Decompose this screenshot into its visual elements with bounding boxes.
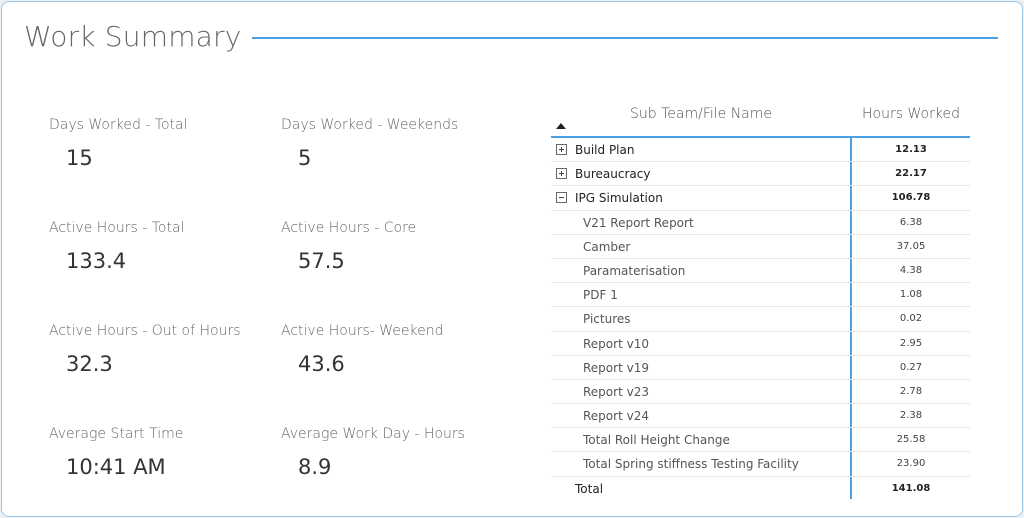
row-value: 6.38 bbox=[899, 216, 923, 228]
row-value: 12.13 bbox=[895, 144, 927, 155]
kpi-value: 133.4 bbox=[66, 249, 127, 273]
table-row[interactable]: Report v23 2.78 bbox=[551, 380, 970, 405]
matrix-rows: Build Plan 12.13 Bureaucracy 22.17 IPG S… bbox=[551, 138, 970, 501]
kpi-label: Average Start Time bbox=[49, 426, 184, 442]
kpi-value: 15 bbox=[66, 146, 93, 170]
row-value: 37.05 bbox=[896, 240, 926, 252]
work-summary-card: Work Summary Days Worked - Total 15 Days… bbox=[1, 1, 1023, 517]
kpi-value: 32.3 bbox=[66, 352, 113, 376]
table-row[interactable]: Report v19 0.27 bbox=[551, 356, 970, 380]
row-value: 1.08 bbox=[899, 289, 923, 301]
row-label: Report v19 bbox=[583, 360, 649, 375]
expand-plus-icon[interactable] bbox=[556, 144, 567, 155]
table-row-ipg-simulation[interactable]: IPG Simulation 106.78 bbox=[551, 186, 970, 211]
kpi-days-worked-total: Days Worked - Total 15 bbox=[49, 117, 269, 170]
row-value: 0.02 bbox=[899, 313, 923, 325]
row-label: V21 Report Report bbox=[583, 215, 694, 230]
table-row-bureaucracy[interactable]: Bureaucracy 22.17 bbox=[551, 162, 970, 187]
row-label: Report v23 bbox=[583, 384, 649, 399]
column-header-hours[interactable]: Hours Worked bbox=[851, 106, 971, 122]
row-label: Total Roll Height Change bbox=[583, 433, 730, 448]
row-value: 4.38 bbox=[899, 264, 923, 276]
row-value: 0.27 bbox=[899, 361, 923, 373]
kpi-value: 8.9 bbox=[298, 455, 332, 479]
row-value: 2.95 bbox=[899, 337, 923, 349]
row-value: 106.78 bbox=[891, 192, 931, 204]
kpi-active-hours-core: Active Hours - Core 57.5 bbox=[281, 220, 501, 273]
kpi-label: Active Hours- Weekend bbox=[281, 323, 444, 339]
row-value: 23.90 bbox=[896, 458, 926, 470]
kpi-days-worked-weekends: Days Worked - Weekends 5 bbox=[281, 117, 501, 170]
row-value: 22.17 bbox=[895, 168, 927, 180]
kpi-active-hours-weekend: Active Hours- Weekend 43.6 bbox=[281, 323, 501, 376]
row-label: Total bbox=[575, 481, 604, 496]
row-label: Report v10 bbox=[583, 336, 649, 351]
row-label: Pictures bbox=[583, 312, 631, 327]
kpi-label: Days Worked - Weekends bbox=[281, 117, 459, 133]
table-row[interactable]: PDF 1 1.08 bbox=[551, 283, 970, 308]
row-label: Report v24 bbox=[583, 409, 649, 424]
table-row[interactable]: Total Spring stiffness Testing Facility … bbox=[551, 452, 970, 477]
row-label: Paramaterisation bbox=[583, 263, 686, 278]
table-row[interactable]: Pictures 0.02 bbox=[551, 307, 970, 332]
row-value: 2.78 bbox=[899, 385, 923, 397]
kpi-label: Active Hours - Total bbox=[49, 220, 185, 236]
table-row[interactable]: Paramaterisation 4.38 bbox=[551, 259, 970, 284]
column-header-name[interactable]: Sub Team/File Name bbox=[551, 106, 851, 122]
row-value: 2.38 bbox=[899, 410, 923, 422]
kpi-label: Average Work Day - Hours bbox=[281, 426, 465, 442]
table-row-build-plan[interactable]: Build Plan 12.13 bbox=[551, 138, 970, 163]
table-row[interactable]: Report v24 2.38 bbox=[551, 404, 970, 429]
kpi-value: 43.6 bbox=[298, 352, 345, 376]
kpi-average-work-day-hours: Average Work Day - Hours 8.9 bbox=[281, 426, 501, 479]
kpi-value: 10:41 AM bbox=[66, 455, 166, 479]
kpi-active-hours-out-of-hours: Active Hours - Out of Hours 32.3 bbox=[49, 323, 269, 376]
kpi-average-start-time: Average Start Time 10:41 AM bbox=[49, 426, 269, 479]
table-row-total: Total 141.08 bbox=[551, 477, 970, 501]
kpi-label: Active Hours - Out of Hours bbox=[49, 323, 241, 339]
row-value: 25.58 bbox=[896, 434, 926, 446]
kpi-label: Active Hours - Core bbox=[281, 220, 417, 236]
table-row[interactable]: Camber 37.05 bbox=[551, 235, 970, 259]
kpi-active-hours-total: Active Hours - Total 133.4 bbox=[49, 220, 269, 273]
kpi-label: Days Worked - Total bbox=[49, 117, 188, 133]
collapse-minus-icon[interactable] bbox=[556, 192, 567, 204]
kpi-value: 57.5 bbox=[298, 249, 345, 273]
hours-matrix-table: Sub Team/File Name Hours Worked Build Pl… bbox=[551, 100, 970, 502]
row-label: Bureaucracy bbox=[575, 167, 651, 182]
sort-ascending-icon[interactable] bbox=[556, 123, 566, 129]
row-value: 141.08 bbox=[891, 482, 931, 494]
table-row[interactable]: Report v10 2.95 bbox=[551, 332, 970, 356]
row-label: Total Spring stiffness Testing Facility bbox=[583, 457, 799, 472]
row-label: IPG Simulation bbox=[575, 191, 663, 206]
kpi-value: 5 bbox=[298, 146, 312, 170]
expand-plus-icon[interactable] bbox=[556, 168, 567, 180]
title-divider bbox=[252, 37, 998, 39]
row-label: Build Plan bbox=[575, 143, 635, 157]
row-label: PDF 1 bbox=[583, 288, 618, 303]
page-title: Work Summary bbox=[24, 20, 242, 53]
row-label: Camber bbox=[583, 239, 631, 254]
table-row[interactable]: V21 Report Report 6.38 bbox=[551, 211, 970, 235]
table-row[interactable]: Total Roll Height Change 25.58 bbox=[551, 428, 970, 453]
